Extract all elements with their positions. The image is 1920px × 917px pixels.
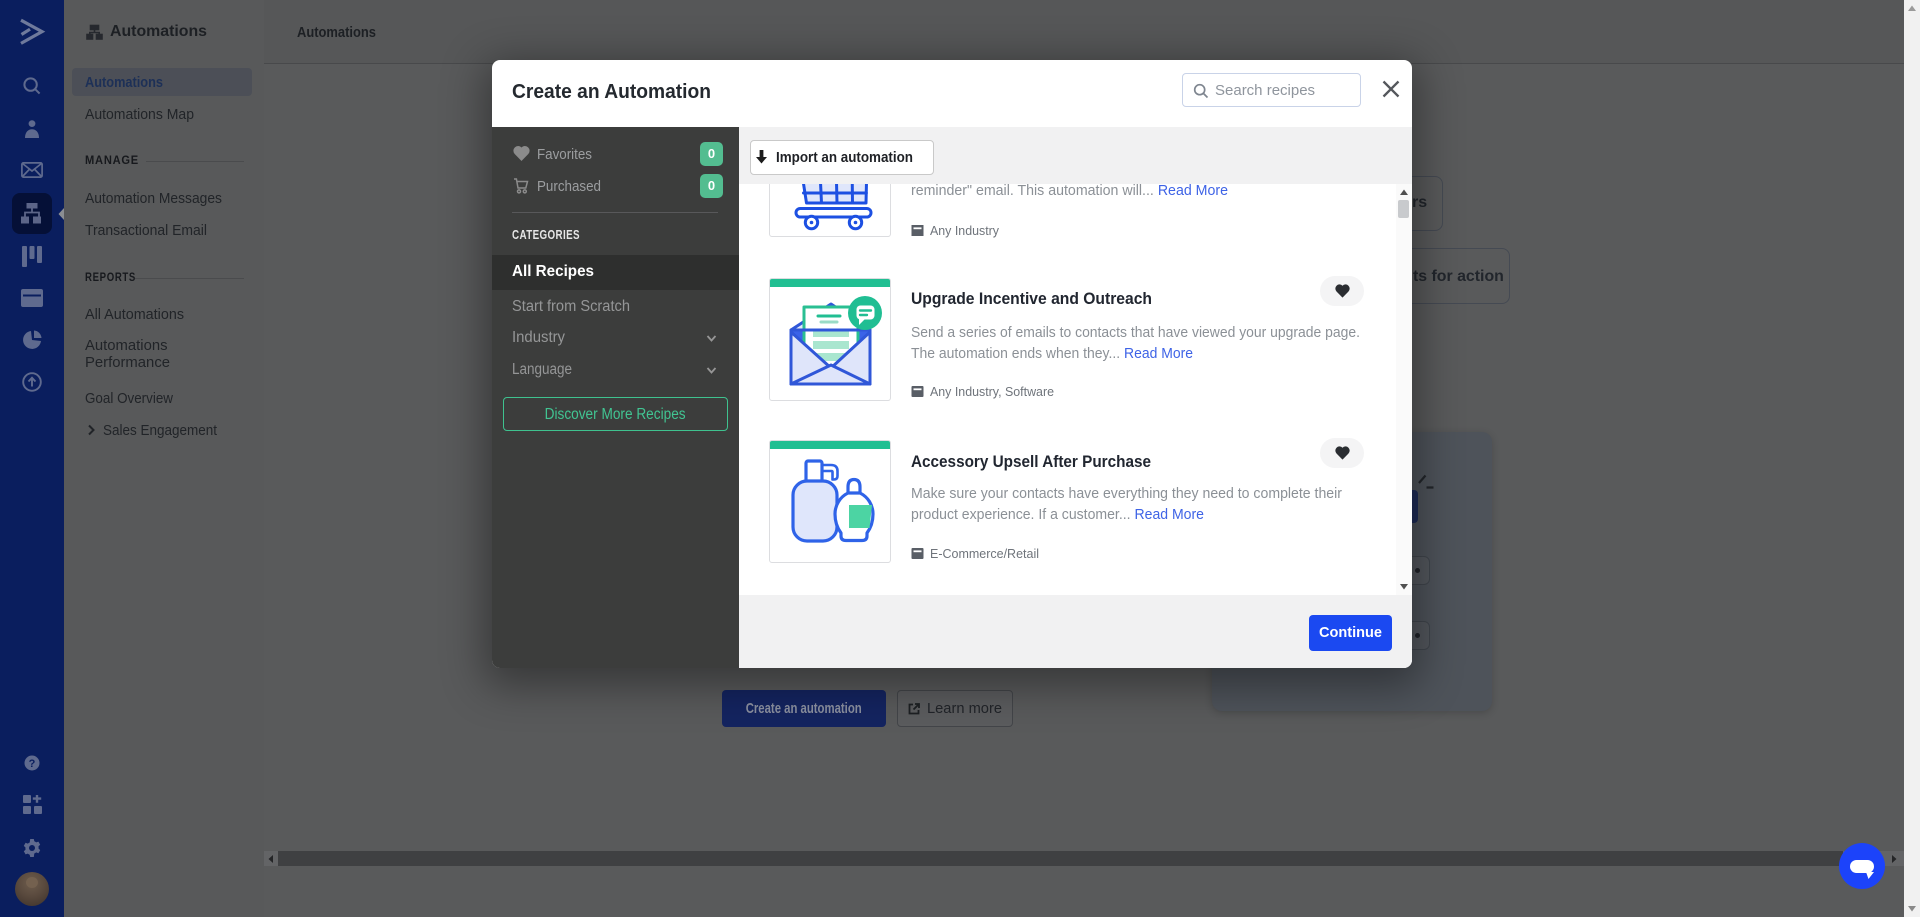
svg-text:?: ? xyxy=(29,758,36,770)
